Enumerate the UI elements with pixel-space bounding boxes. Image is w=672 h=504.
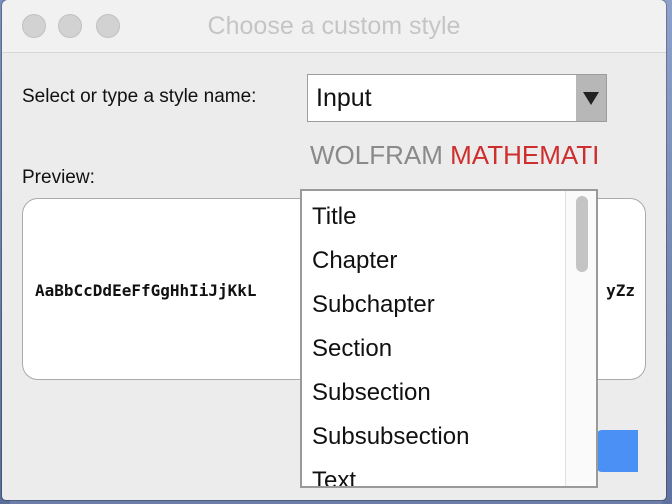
- style-name-select[interactable]: Input: [307, 74, 607, 122]
- scrollbar-thumb[interactable]: [576, 196, 588, 272]
- dropdown-option-chapter[interactable]: Chapter: [312, 247, 397, 275]
- style-name-value[interactable]: Input: [316, 84, 372, 113]
- dropdown-option-text[interactable]: Text: [312, 467, 356, 486]
- preview-sample-text-end: yZz: [606, 281, 635, 300]
- dropdown-option-section[interactable]: Section: [312, 335, 392, 363]
- dropdown-button[interactable]: [576, 75, 606, 121]
- preview-sample-text: AaBbCcDdEeFfGgHhIiJjKkL: [35, 281, 257, 300]
- preview-label: Preview:: [22, 167, 95, 188]
- dropdown-option-subsubsection[interactable]: Subsubsection: [312, 423, 469, 451]
- logo-wolfram: WOLFRAM: [310, 140, 443, 170]
- dropdown-scrollbar[interactable]: [565, 191, 596, 486]
- dropdown-option-subsection[interactable]: Subsection: [312, 379, 431, 407]
- dropdown-option-title[interactable]: Title: [312, 203, 356, 231]
- logo-mathematica: MATHEMATI: [450, 140, 600, 170]
- title-bar: Choose a custom style: [2, 0, 666, 53]
- dropdown-option-subchapter[interactable]: Subchapter: [312, 291, 435, 319]
- chevron-down-icon: [583, 92, 599, 105]
- window-title: Choose a custom style: [207, 12, 461, 40]
- style-dropdown-list[interactable]: Title Chapter Subchapter Section Subsect…: [300, 189, 598, 488]
- style-name-label: Select or type a style name:: [22, 86, 257, 107]
- ok-button[interactable]: [596, 430, 638, 472]
- wolfram-mathematica-logo: WOLFRAM MATHEMATI: [310, 140, 602, 171]
